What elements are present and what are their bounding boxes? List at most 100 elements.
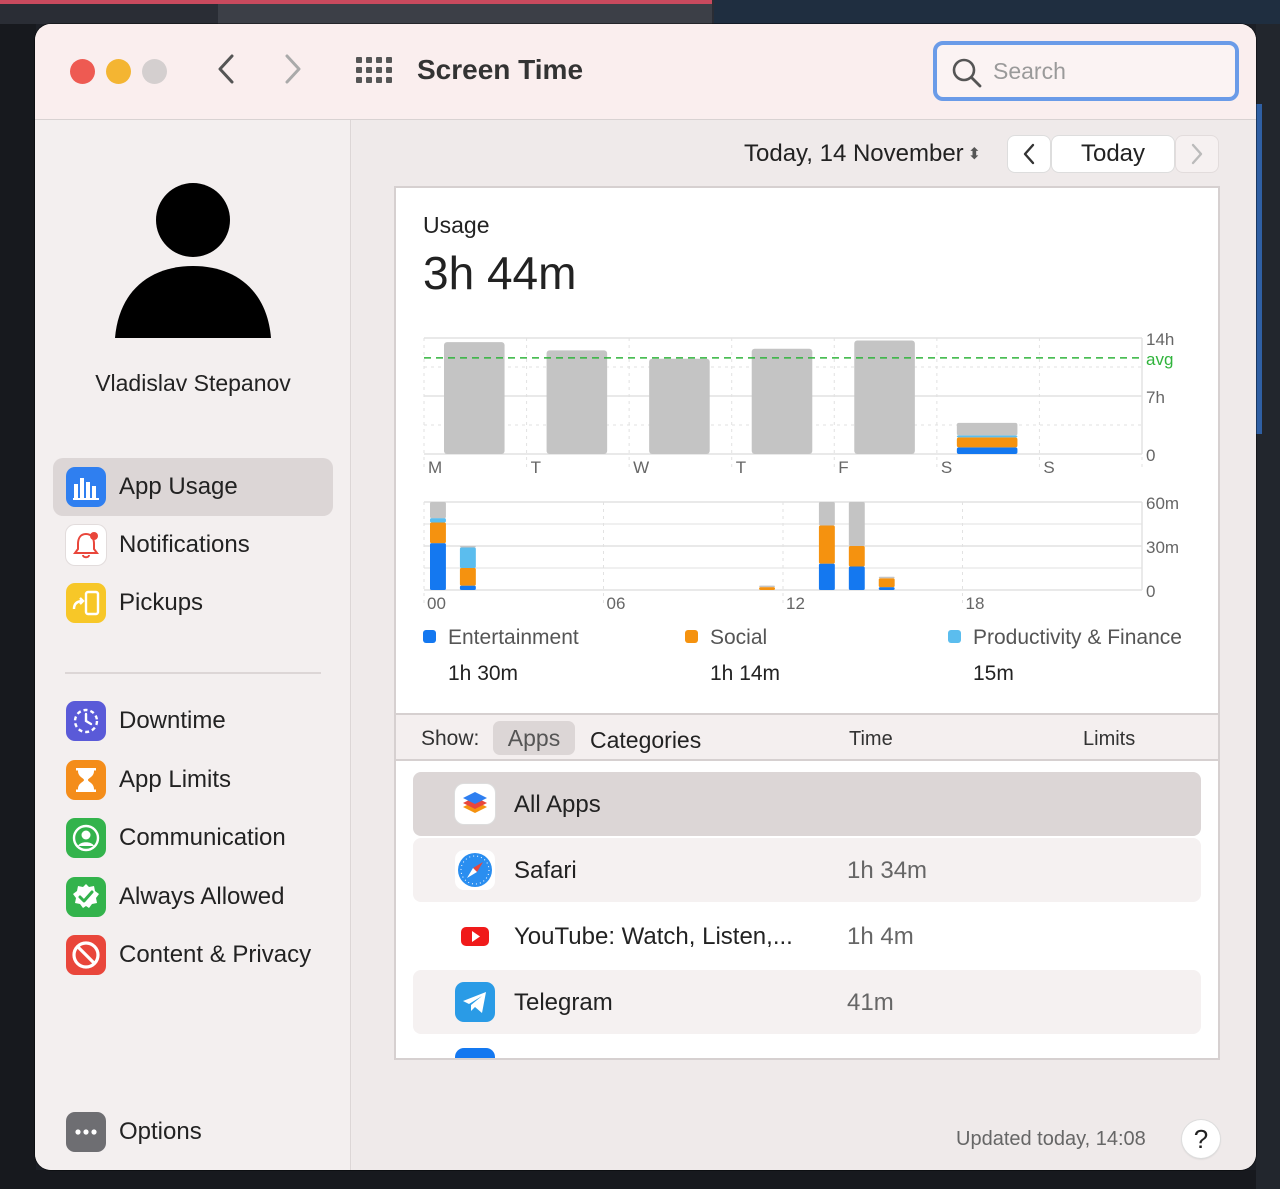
weekly-usage-chart[interactable]: M T W T F S S 14h 7h 0 avg xyxy=(396,328,1220,488)
x-tick-label: S xyxy=(941,458,952,477)
bell-icon xyxy=(66,525,106,565)
app-icon xyxy=(455,1048,495,1058)
legend-social: Social xyxy=(685,626,767,650)
sidebar-item-label: Communication xyxy=(119,824,286,851)
app-name: YouTube: Watch, Listen,... xyxy=(514,923,793,950)
sidebar-item-label: App Limits xyxy=(119,766,232,793)
previous-day-button[interactable] xyxy=(1008,136,1050,172)
app-row-all-apps[interactable]: All Apps xyxy=(413,772,1201,836)
bar-segment xyxy=(878,578,895,588)
back-button[interactable] xyxy=(216,52,236,95)
bar xyxy=(956,447,1018,454)
sidebar-separator xyxy=(65,672,321,674)
sidebar-item-pickups[interactable]: Pickups xyxy=(53,574,333,632)
time-column-header[interactable]: Time xyxy=(849,728,893,751)
categories-segment[interactable]: Categories xyxy=(590,727,701,754)
more-dots-icon xyxy=(66,1112,106,1152)
sidebar-item-app-limits[interactable]: App Limits xyxy=(53,751,333,809)
app-time: 1h 34m xyxy=(847,857,928,884)
downtime-icon xyxy=(66,701,106,741)
desktop-bottom-strip xyxy=(36,1170,1256,1189)
y-tick-label: 60m xyxy=(1146,496,1179,513)
user-avatar-icon[interactable] xyxy=(115,180,271,340)
paper-plane-icon xyxy=(455,982,495,1022)
search-input[interactable] xyxy=(993,55,1223,87)
show-label: Show: xyxy=(421,727,480,750)
bar xyxy=(444,342,505,454)
app-name: Safari xyxy=(514,857,577,884)
show-all-grid-icon[interactable] xyxy=(356,57,392,85)
usage-total: 3h 44m xyxy=(423,247,577,299)
legend-productivity: Productivity & Finance xyxy=(948,626,1182,650)
limits-column-header[interactable]: Limits xyxy=(1083,728,1135,751)
bar-segment xyxy=(818,563,835,590)
sidebar-item-notifications[interactable]: Notifications xyxy=(53,516,333,574)
search-field[interactable] xyxy=(933,41,1239,101)
usage-label: Usage xyxy=(423,212,490,238)
hourglass-icon xyxy=(66,760,106,800)
bar-segment xyxy=(459,547,476,568)
bar-segment xyxy=(878,576,895,579)
app-row-youtube[interactable]: YouTube: Watch, Listen,... 1h 4m xyxy=(413,904,1201,968)
sidebar-item-downtime[interactable]: Downtime xyxy=(53,692,333,750)
desktop-strip-tab xyxy=(218,4,712,24)
bar-segment xyxy=(848,566,865,590)
bar-segment xyxy=(430,522,446,544)
app-row-partial[interactable] xyxy=(413,1036,1201,1058)
hourly-usage-chart[interactable]: 00 06 12 18 60m 30m 0 xyxy=(396,496,1220,626)
forward-button[interactable] xyxy=(283,52,303,95)
bar-segment xyxy=(459,568,476,586)
x-tick-label: 18 xyxy=(966,594,985,613)
options-button[interactable]: Options xyxy=(53,1103,333,1161)
bar-chart-icon xyxy=(66,467,106,507)
bar-segment xyxy=(459,585,476,590)
bar-segment xyxy=(759,585,775,588)
sidebar-item-label: Content & Privacy xyxy=(119,941,312,968)
prohibited-icon xyxy=(66,935,106,975)
updown-chevron-icon: ⬍ xyxy=(967,146,982,163)
chevron-left-icon xyxy=(1023,143,1035,165)
chevron-right-icon xyxy=(285,54,301,84)
x-tick-label: F xyxy=(838,458,848,477)
person-circle-icon xyxy=(66,818,106,858)
sidebar-item-label: Always Allowed xyxy=(119,883,285,910)
app-row-safari[interactable]: Safari 1h 34m xyxy=(413,838,1201,902)
sidebar-item-always-allowed[interactable]: Always Allowed xyxy=(53,868,333,926)
options-label: Options xyxy=(119,1118,202,1145)
desktop-top-strip xyxy=(0,0,1280,24)
legend-value: 1h 30m xyxy=(448,662,519,685)
bar-segment xyxy=(848,546,865,567)
app-row-telegram[interactable]: Telegram 41m xyxy=(413,970,1201,1034)
sidebar-item-communication[interactable]: Communication xyxy=(53,809,333,867)
updated-status: Updated today, 14:08 xyxy=(956,1128,1146,1150)
today-button[interactable]: Today xyxy=(1052,136,1174,172)
minimize-button[interactable] xyxy=(106,59,131,84)
x-tick-label: M xyxy=(428,458,442,477)
close-button[interactable] xyxy=(70,59,95,84)
sidebar-item-app-usage[interactable]: App Usage xyxy=(53,458,333,516)
sidebar-item-content-privacy[interactable]: Content & Privacy xyxy=(53,926,333,984)
app-name: All Apps xyxy=(514,791,601,818)
legend-label: Entertainment xyxy=(448,626,579,649)
sidebar-item-label: Notifications xyxy=(119,531,250,558)
x-tick-label: 06 xyxy=(607,594,626,613)
zoom-button[interactable] xyxy=(142,59,167,84)
bar-segment xyxy=(818,525,835,564)
show-bar: Show: Apps Categories Time Limits xyxy=(396,713,1218,761)
window-title: Screen Time xyxy=(417,54,584,85)
apps-segment[interactable]: Apps xyxy=(493,721,575,755)
legend-label: Social xyxy=(710,626,768,649)
next-day-button[interactable] xyxy=(1176,136,1218,172)
y-tick-label: 0 xyxy=(1146,446,1155,465)
compass-icon xyxy=(455,850,495,890)
app-time: 1h 4m xyxy=(847,923,914,950)
sidebar-item-label: Pickups xyxy=(119,589,204,616)
date-picker[interactable]: Today, 14 November ⬍ xyxy=(744,140,981,168)
date-label: Today, 14 November xyxy=(744,140,964,167)
bar xyxy=(751,348,813,454)
y-tick-label: 0 xyxy=(1146,582,1155,601)
help-button[interactable]: ? xyxy=(1182,1120,1220,1158)
x-tick-label: S xyxy=(1043,458,1054,477)
app-time: 41m xyxy=(847,989,894,1016)
legend-swatch xyxy=(685,630,698,643)
